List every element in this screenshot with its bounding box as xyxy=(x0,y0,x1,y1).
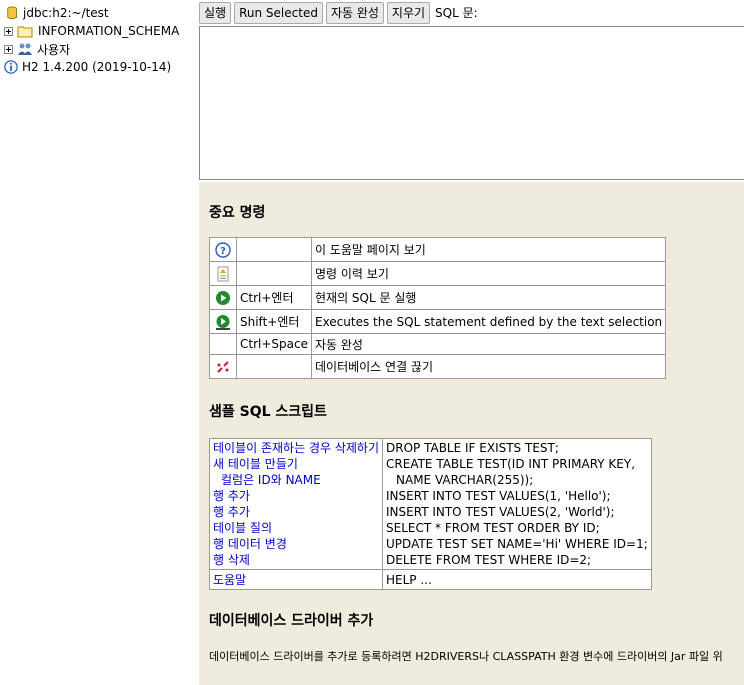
command-desc: 이 도움말 페이지 보기 xyxy=(310,237,667,262)
command-icon-cell xyxy=(209,309,237,334)
command-desc: 현재의 SQL 문 실행 xyxy=(310,285,667,310)
command-key: Shift+엔터 xyxy=(236,309,312,334)
command-row: Shift+엔터 Executes the SQL statement defi… xyxy=(209,309,667,334)
tree-item-version: H2 1.4.200 (2019-10-14) xyxy=(4,58,171,76)
command-desc: 자동 완성 xyxy=(310,333,667,355)
command-row: Ctrl+Space 자동 완성 xyxy=(209,333,667,355)
sample-sql-table: 테이블이 존재하는 경우 삭제하기 새 테이블 만들기 컬럼은 ID와 NAME… xyxy=(208,438,652,590)
toolbar: 실행 Run Selected 자동 완성 지우기 SQL 문: xyxy=(199,0,744,25)
command-desc: 데이터베이스 연결 끊기 xyxy=(310,354,667,379)
sample-code-line: HELP ... xyxy=(386,572,432,587)
command-row: ? 이 도움말 페이지 보기 xyxy=(209,237,667,262)
command-icon-cell: ? xyxy=(209,237,237,262)
sample-links-cell: 도움말 xyxy=(208,569,384,590)
sample-link-drop[interactable]: 테이블이 존재하는 경우 삭제하기 xyxy=(213,440,379,456)
sample-code-line: CREATE TABLE TEST(ID INT PRIMARY KEY, xyxy=(386,457,636,471)
sample-link-insert-2[interactable]: 행 추가 xyxy=(213,504,379,520)
run-selected-button[interactable]: Run Selected xyxy=(234,1,323,24)
add-driver-title: 데이터베이스 드라이버 추가 xyxy=(209,613,374,629)
sample-code-line: NAME VARCHAR(255)); xyxy=(396,473,534,487)
sample-code-line: INSERT INTO TEST VALUES(1, 'Hello'); xyxy=(386,489,611,503)
history-icon[interactable] xyxy=(215,266,231,282)
command-key xyxy=(236,261,312,286)
expand-icon[interactable] xyxy=(4,26,13,36)
sample-row: 테이블이 존재하는 경우 삭제하기 새 테이블 만들기 컬럼은 ID와 NAME… xyxy=(208,438,652,570)
command-key: Ctrl+엔터 xyxy=(236,285,312,310)
sample-code-line: UPDATE TEST SET NAME='Hi' WHERE ID=1; xyxy=(386,537,648,551)
sample-row: 도움말 HELP ... xyxy=(208,569,652,590)
command-icon-cell xyxy=(209,261,237,286)
run-icon[interactable] xyxy=(215,290,231,306)
object-tree: jdbc:h2:~/test INFORMATION_SCHEMA 사용자 H2… xyxy=(0,0,198,685)
command-key xyxy=(236,354,312,379)
sample-code-line: DELETE FROM TEST WHERE ID=2; xyxy=(386,553,592,567)
command-desc: Executes the SQL statement defined by th… xyxy=(310,309,667,334)
folder-icon xyxy=(17,26,33,38)
command-key xyxy=(236,237,312,262)
sample-sql-title: 샘플 SQL 스크립트 xyxy=(209,404,327,420)
sample-code-cell: DROP TABLE IF EXISTS TEST; CREATE TABLE … xyxy=(382,438,652,570)
sql-statement-label: SQL 문: xyxy=(435,6,478,20)
sample-link-delete[interactable]: 행 삭제 xyxy=(213,552,379,568)
connection-label: jdbc:h2:~/test xyxy=(23,6,109,20)
command-icon-cell xyxy=(209,354,237,379)
disconnect-icon[interactable] xyxy=(215,359,231,375)
sample-code-line: SELECT * FROM TEST ORDER BY ID; xyxy=(386,521,600,535)
svg-text:?: ? xyxy=(220,246,226,257)
sample-link-help[interactable]: 도움말 xyxy=(213,572,379,588)
sample-link-update[interactable]: 행 데이터 변경 xyxy=(213,536,379,552)
sample-code-line: DROP TABLE IF EXISTS TEST; xyxy=(386,441,559,455)
help-panel: 중요 명령 ? 이 도움말 페이지 보기 명령 이력 보기 Ctrl+엔터 현재… xyxy=(199,182,744,685)
command-row: 명령 이력 보기 xyxy=(209,261,667,286)
sample-link-create[interactable]: 새 테이블 만들기 xyxy=(213,456,379,472)
command-key: Ctrl+Space xyxy=(236,333,312,355)
command-desc: 명령 이력 보기 xyxy=(310,261,667,286)
sample-code-line: INSERT INTO TEST VALUES(2, 'World'); xyxy=(386,505,615,519)
important-commands-title: 중요 명령 xyxy=(209,205,266,221)
schema-label: INFORMATION_SCHEMA xyxy=(38,24,180,38)
sample-link-insert-1[interactable]: 행 추가 xyxy=(213,488,379,504)
sample-links-cell: 테이블이 존재하는 경우 삭제하기 새 테이블 만들기 컬럼은 ID와 NAME… xyxy=(208,438,384,570)
command-row: 데이터베이스 연결 끊기 xyxy=(209,354,667,379)
sample-link-select[interactable]: 테이블 질의 xyxy=(213,520,379,536)
tree-item-users[interactable]: 사용자 xyxy=(4,40,70,58)
commands-table: ? 이 도움말 페이지 보기 명령 이력 보기 Ctrl+엔터 현재의 SQL … xyxy=(209,237,667,379)
command-icon-cell xyxy=(209,285,237,310)
users-icon xyxy=(18,43,32,55)
command-row: Ctrl+엔터 현재의 SQL 문 실행 xyxy=(209,285,667,310)
users-label: 사용자 xyxy=(37,42,71,57)
expand-icon[interactable] xyxy=(4,44,13,54)
database-icon xyxy=(7,6,17,20)
info-icon xyxy=(4,60,18,74)
run-button[interactable]: 실행 xyxy=(199,1,232,24)
sample-link-columns[interactable]: 컬럼은 ID와 NAME xyxy=(213,472,379,488)
sample-code-cell: HELP ... xyxy=(382,569,652,590)
clear-button[interactable]: 지우기 xyxy=(386,1,431,24)
command-icon-cell xyxy=(209,333,237,355)
tree-item-connection[interactable]: jdbc:h2:~/test xyxy=(6,4,109,22)
add-driver-text: 데이터베이스 드라이버를 추가로 등록하려면 H2DRIVERS나 CLASSP… xyxy=(209,650,723,663)
tree-item-information-schema[interactable]: INFORMATION_SCHEMA xyxy=(4,22,179,40)
run-selected-icon[interactable] xyxy=(215,314,231,330)
help-icon[interactable]: ? xyxy=(215,241,231,258)
autocomplete-button[interactable]: 자동 완성 xyxy=(325,1,384,24)
version-label: H2 1.4.200 (2019-10-14) xyxy=(22,60,172,74)
sql-editor[interactable] xyxy=(199,26,744,180)
